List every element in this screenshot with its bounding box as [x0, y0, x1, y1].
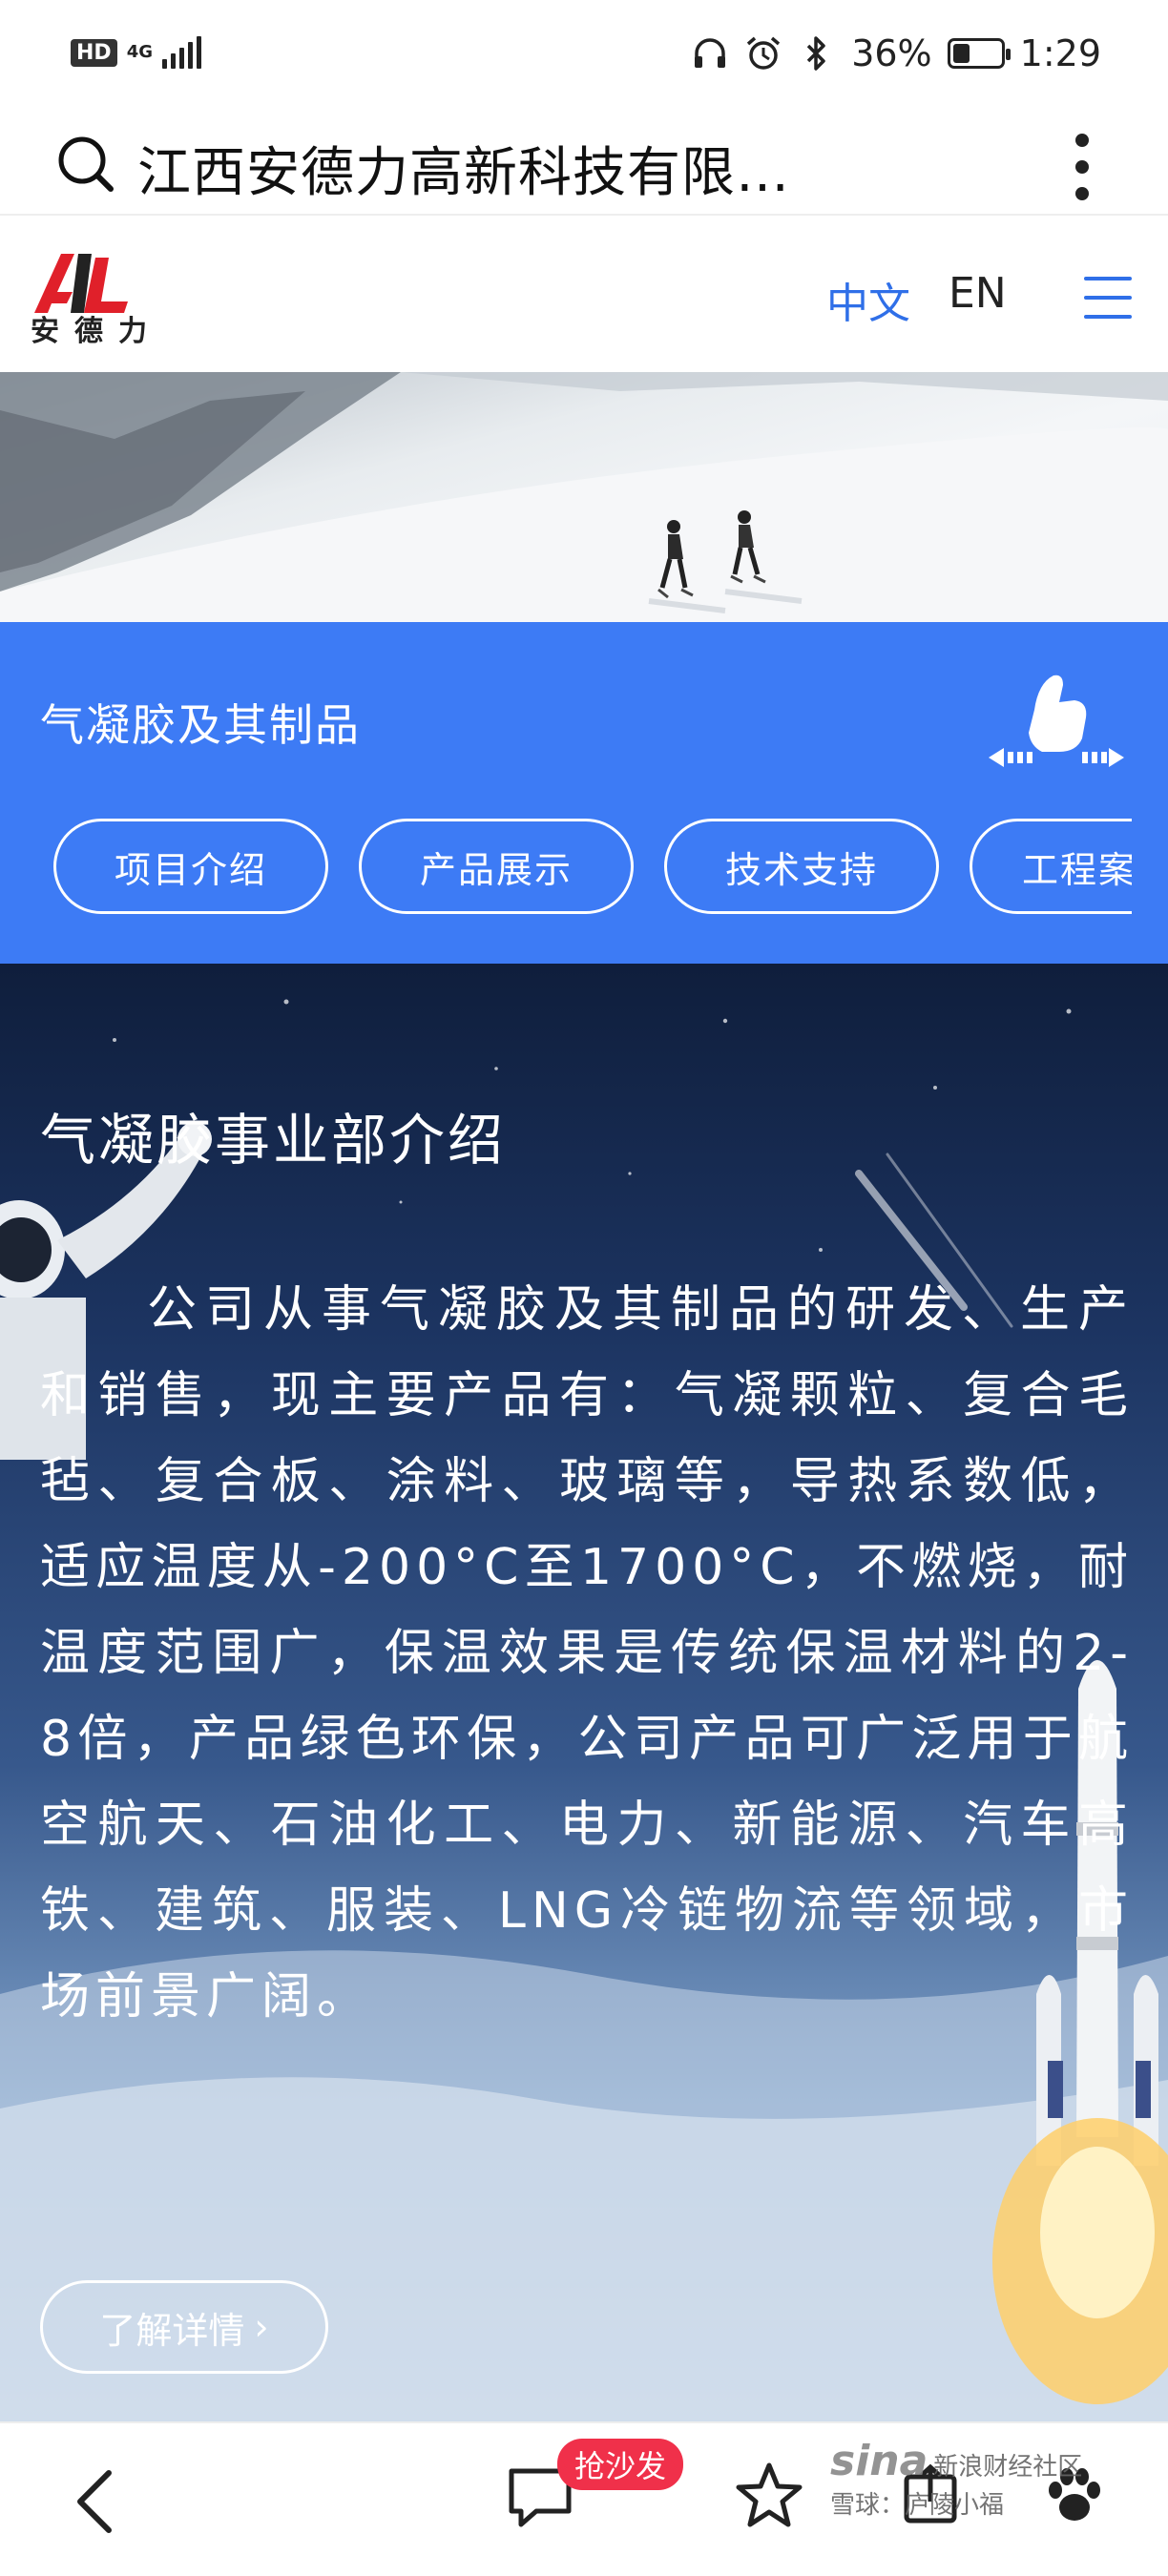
- watermark-line2: 雪球：庐陵小福: [830, 2491, 1005, 2520]
- tab-project-intro[interactable]: 项目介绍: [53, 819, 328, 914]
- tab-tech-support[interactable]: 技术支持: [664, 819, 939, 914]
- tab-engineering-cases[interactable]: 工程案: [970, 819, 1132, 914]
- hd-badge: HD: [71, 38, 117, 67]
- more-options-icon[interactable]: [1073, 134, 1092, 200]
- learn-more-label: 了解详情: [99, 2309, 245, 2352]
- section-tabs: 项目介绍 产品展示 技术支持 工程案: [53, 819, 1132, 918]
- signal-icon: [162, 36, 201, 69]
- status-left: HD 4G: [71, 36, 201, 69]
- sofa-badge[interactable]: 抢沙发: [557, 2439, 684, 2490]
- network-label: 4G: [126, 42, 153, 62]
- battery-percent: 36%: [851, 32, 932, 74]
- watermark-line1: 新浪财经社区: [933, 2453, 1083, 2482]
- tab-product-showcase[interactable]: 产品展示: [359, 819, 634, 914]
- mountain-skiers-illustration: [0, 372, 1168, 622]
- site-header: 安德力 中文 EN: [0, 218, 1168, 370]
- battery-fill: [952, 44, 970, 63]
- address-title[interactable]: 江西安德力高新科技有限…: [137, 130, 790, 207]
- division-intro-section: 气凝胶事业部介绍 公司从事气凝胶及其制品的研发、生产和销售，现主要产品有：气凝颗…: [0, 964, 1168, 2421]
- headphones-icon: [691, 34, 729, 73]
- clock: 1:29: [1019, 32, 1101, 74]
- favorite-star-icon[interactable]: [731, 2458, 807, 2534]
- hamburger-menu-icon[interactable]: [1084, 277, 1132, 319]
- lang-en-link[interactable]: EN: [949, 269, 1007, 318]
- product-section-bar: 气凝胶及其制品 项目介绍 产品展示 技术支持 工程案: [0, 622, 1168, 964]
- swipe-hand-icon: [983, 664, 1136, 779]
- bluetooth-icon: [798, 34, 836, 73]
- learn-more-button[interactable]: 了解详情 ›: [40, 2280, 328, 2374]
- lang-zh-link[interactable]: 中文: [826, 269, 910, 330]
- intro-title: 气凝胶事业部介绍: [40, 1108, 507, 1173]
- intro-body: 公司从事气凝胶及其制品的研发、生产和销售，现主要产品有：气凝颗粒、复合毛毡、复合…: [40, 1281, 1134, 2025]
- status-right: 36% 1:29: [691, 32, 1101, 74]
- sina-brand: sina: [830, 2437, 928, 2485]
- hero-banner-image: [0, 372, 1168, 622]
- chevron-right-icon: ›: [254, 2306, 269, 2348]
- status-bar: HD 4G 36% 1:29: [0, 0, 1168, 113]
- battery-icon: [947, 38, 1011, 69]
- browser-bottom-nav: 抢沙发 sina 新浪财经社区 雪球：庐陵小福: [0, 2421, 1168, 2576]
- search-icon[interactable]: [53, 132, 116, 195]
- tabs-inner: 项目介绍 产品展示 技术支持 工程案: [53, 819, 1132, 914]
- alarm-icon: [744, 34, 782, 73]
- sina-watermark: sina 新浪财经社区 雪球：庐陵小福: [830, 2441, 1083, 2524]
- logo-text: 安德力: [31, 315, 162, 348]
- back-icon[interactable]: [67, 2463, 124, 2540]
- section-title: 气凝胶及其制品: [40, 699, 361, 751]
- browser-address-bar[interactable]: 江西安德力高新科技有限…: [0, 113, 1168, 216]
